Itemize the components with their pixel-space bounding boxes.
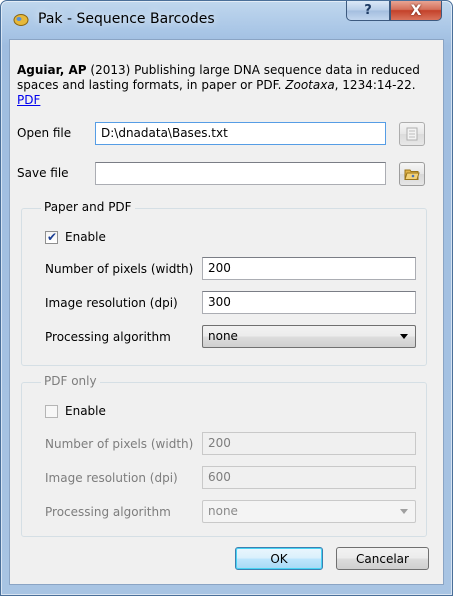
pdf-only-enable-label[interactable]: Enable [65,404,106,418]
chevron-down-icon [400,334,408,339]
checkmark-icon: ✔ [47,230,58,244]
paper-pdf-algorithm-value: none [208,329,238,343]
paper-pdf-algorithm-select[interactable]: none [202,325,416,348]
pdf-only-width-input[interactable]: 200 [202,432,416,455]
paper-pdf-resolution-input[interactable]: 300 [202,291,416,314]
paper-pdf-algorithm-label: Processing algorithm [45,330,171,344]
citation-author: Aguiar, AP [17,63,87,77]
save-file-browse-button[interactable] [399,162,425,186]
ok-button[interactable]: OK [235,547,323,570]
citation-journal: Zootaxa [285,78,335,92]
save-file-input[interactable] [95,162,386,185]
window-title: Pak - Sequence Barcodes [38,11,215,27]
paper-pdf-group-title: Paper and PDF [41,200,135,214]
open-file-input[interactable]: D:\dnadata\Bases.txt [95,122,386,145]
pdf-only-width-label: Number of pixels (width) [45,437,194,451]
pdf-only-group-title: PDF only [41,374,100,388]
title-bar[interactable]: Pak - Sequence Barcodes ? X [1,1,452,39]
close-button[interactable]: X [390,1,442,21]
pdf-only-resolution-label: Image resolution (dpi) [45,471,178,485]
pdf-only-algorithm-value: none [208,504,238,518]
pdf-only-algorithm-label: Processing algorithm [45,505,171,519]
open-file-browse-button[interactable] [399,122,425,146]
document-icon [406,127,418,141]
help-button[interactable]: ? [346,1,390,21]
paper-pdf-width-input[interactable]: 200 [202,257,416,280]
pdf-link[interactable]: PDF [17,93,40,107]
paper-pdf-enable-checkbox[interactable]: ✔ [45,230,58,244]
cancel-button[interactable]: Cancelar [336,547,429,570]
paper-pdf-enable-label[interactable]: Enable [65,230,106,244]
open-file-label: Open file [17,126,72,140]
paper-pdf-width-label: Number of pixels (width) [45,262,194,276]
paper-pdf-resolution-label: Image resolution (dpi) [45,296,178,310]
pdf-only-resolution-input[interactable]: 600 [202,466,416,489]
pdf-only-enable-checkbox[interactable] [45,405,58,418]
open-folder-icon [404,169,420,180]
help-icon: ? [364,3,372,18]
citation-pages: , 1234:14-22. [334,78,416,92]
pdf-only-algorithm-select[interactable]: none [202,500,416,523]
chevron-down-icon [400,509,408,514]
close-icon: X [410,2,422,19]
save-file-label: Save file [17,166,69,180]
citation-text: Aguiar, AP (2013) Publishing large DNA s… [17,63,427,108]
app-icon [13,14,29,26]
